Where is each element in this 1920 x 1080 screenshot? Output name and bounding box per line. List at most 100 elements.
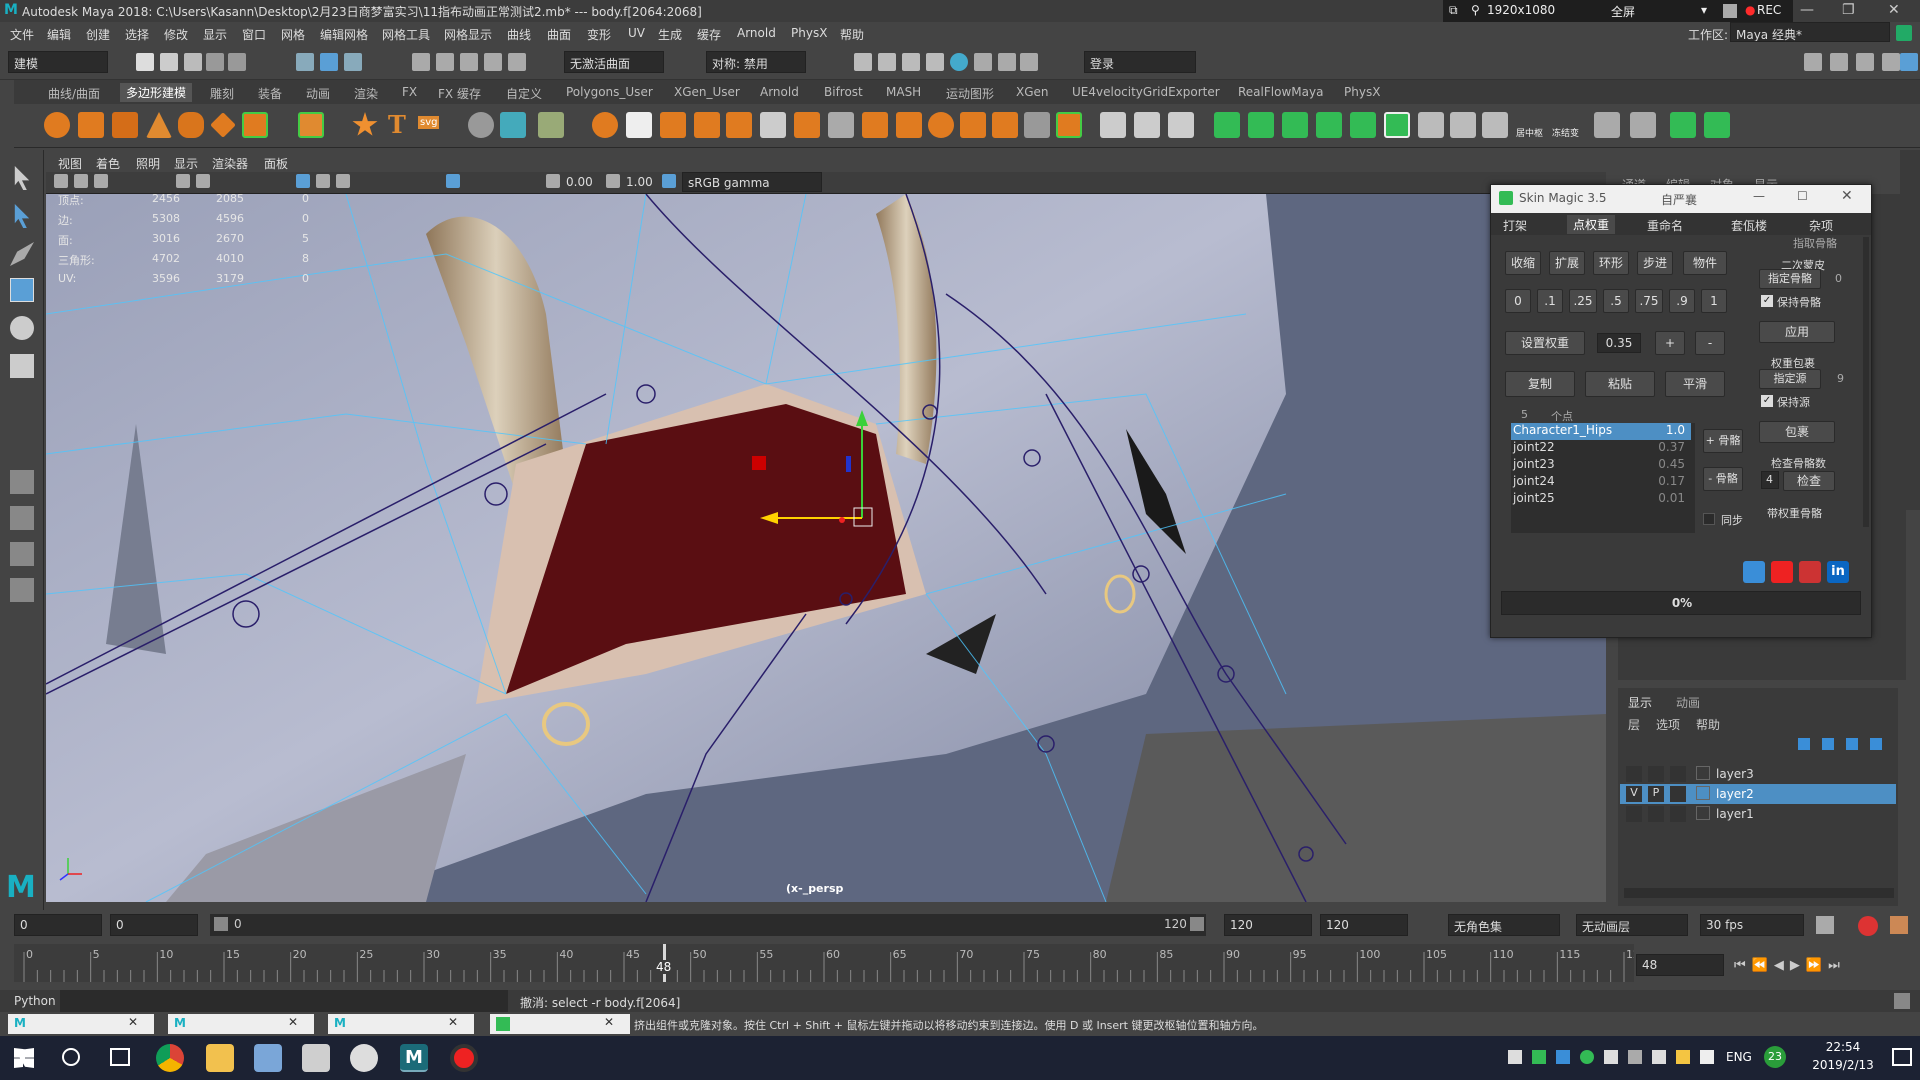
- script-lang-label[interactable]: Python: [14, 994, 56, 1008]
- mirror-icon[interactable]: [1100, 112, 1126, 138]
- select-object-icon[interactable]: [320, 53, 338, 71]
- layer-tab-display[interactable]: 显示: [1628, 694, 1652, 711]
- mode-select[interactable]: 建模: [8, 51, 108, 73]
- app-icon[interactable]: [254, 1044, 282, 1072]
- smooth-icon[interactable]: [538, 112, 564, 138]
- bookmark-icon[interactable]: [94, 174, 108, 188]
- new-layer-selected-icon[interactable]: [1870, 738, 1882, 750]
- bridge-icon[interactable]: [660, 112, 686, 138]
- poly-cube-icon[interactable]: [78, 112, 104, 138]
- scene-end-field[interactable]: 120: [1320, 914, 1408, 936]
- menu-item[interactable]: 网格显示: [444, 26, 492, 43]
- extrude-icon[interactable]: [626, 112, 652, 138]
- sm-tab[interactable]: 打架: [1503, 217, 1527, 234]
- check-button[interactable]: 检查: [1783, 471, 1835, 491]
- script-icon[interactable]: [1594, 112, 1620, 138]
- layer-playback-toggle[interactable]: [1648, 806, 1664, 822]
- tray-icon[interactable]: [1700, 1050, 1714, 1064]
- anim-layer-select[interactable]: 无动画层: [1576, 914, 1688, 936]
- layer-visibility-toggle[interactable]: V: [1626, 786, 1642, 802]
- menu-item[interactable]: 变形: [587, 26, 611, 43]
- shelf-tab[interactable]: PhysX: [1344, 85, 1380, 99]
- textured-icon[interactable]: [336, 174, 350, 188]
- apply-button[interactable]: 应用: [1759, 321, 1835, 343]
- paint-weights-icon[interactable]: [1282, 112, 1308, 138]
- film-gate-icon[interactable]: [196, 174, 210, 188]
- pause-viewport-icon[interactable]: [1020, 53, 1038, 71]
- select-hierarchy-icon[interactable]: [296, 53, 314, 71]
- grid-icon[interactable]: [176, 174, 190, 188]
- menu-item[interactable]: 选择: [125, 26, 149, 43]
- volume-icon[interactable]: [1508, 1050, 1522, 1064]
- poly-cone-icon[interactable]: [146, 112, 172, 138]
- outliner-icon[interactable]: [10, 578, 34, 602]
- sm-tab-active[interactable]: 点权重: [1567, 215, 1616, 234]
- menu-item[interactable]: 显示: [203, 26, 227, 43]
- menu-item[interactable]: 帮助: [840, 26, 864, 43]
- render-setup-icon[interactable]: [974, 53, 992, 71]
- menu-item[interactable]: 网格: [281, 26, 305, 43]
- cursor-icon[interactable]: [1723, 4, 1737, 18]
- maximize-icon[interactable]: ☐: [1797, 189, 1808, 203]
- weight-preset-button[interactable]: .25: [1569, 289, 1597, 313]
- render-frame-icon[interactable]: [878, 53, 896, 71]
- check-count-input[interactable]: 4: [1761, 471, 1779, 489]
- gamma-icon[interactable]: [606, 174, 620, 188]
- undo-icon[interactable]: [206, 53, 224, 71]
- character-set-select[interactable]: 无角色集: [1448, 914, 1560, 936]
- chrome-icon[interactable]: [156, 1044, 184, 1072]
- weight-value-input[interactable]: 0.35: [1597, 333, 1641, 353]
- color-management-icon[interactable]: [662, 174, 676, 188]
- bevel-icon[interactable]: [592, 112, 618, 138]
- colorspace-select[interactable]: sRGB gamma: [682, 172, 822, 192]
- maya-taskbar-icon[interactable]: M: [400, 1044, 428, 1072]
- offset-loop-icon[interactable]: [862, 112, 888, 138]
- tray-icon[interactable]: [1532, 1050, 1546, 1064]
- menu-item[interactable]: 缓存: [697, 26, 721, 43]
- login-select[interactable]: 登录: [1084, 51, 1196, 73]
- joint-list[interactable]: Character1_Hips 1.0 joint22 0.37 joint23 0.…: [1511, 423, 1695, 533]
- windows-start-icon[interactable]: [14, 1048, 34, 1068]
- layer-display-type[interactable]: [1670, 786, 1686, 802]
- orient-joint-icon[interactable]: [1482, 112, 1508, 138]
- tray-icon[interactable]: [1604, 1050, 1618, 1064]
- close-icon[interactable]: ✕: [128, 1015, 138, 1029]
- poke-icon[interactable]: [992, 112, 1018, 138]
- shelf-tab[interactable]: 运动图形: [946, 85, 994, 102]
- ring-button[interactable]: 环形: [1593, 251, 1629, 275]
- layer-row[interactable]: layer1: [1620, 804, 1896, 824]
- modeling-toolkit-icon[interactable]: [1804, 53, 1822, 71]
- playback-start-field[interactable]: 0: [110, 914, 198, 936]
- poly-sphere-icon[interactable]: [44, 112, 70, 138]
- paste-button[interactable]: 粘贴: [1585, 371, 1655, 397]
- youtube-icon[interactable]: [1771, 561, 1793, 583]
- joint-row[interactable]: joint22 0.37: [1511, 440, 1691, 457]
- close-icon[interactable]: ✕: [1888, 2, 1900, 18]
- layer-visibility-toggle[interactable]: [1626, 806, 1642, 822]
- step-button[interactable]: 步进: [1637, 251, 1673, 275]
- poly-plane-icon[interactable]: [210, 112, 236, 138]
- shelf-tab[interactable]: Polygons_User: [566, 85, 653, 99]
- shelf-tab[interactable]: UE4velocityGridExporter: [1072, 85, 1220, 99]
- skin-unbind-icon[interactable]: [1248, 112, 1274, 138]
- combine-icon[interactable]: [468, 112, 494, 138]
- menu-item[interactable]: UV: [628, 26, 645, 40]
- menu-item[interactable]: 创建: [86, 26, 110, 43]
- new-scene-icon[interactable]: [136, 53, 154, 71]
- slide-edge-icon[interactable]: [896, 112, 922, 138]
- snap-point-icon[interactable]: [460, 53, 478, 71]
- minimized-window[interactable]: M ✕: [328, 1014, 474, 1034]
- layer-row-selected[interactable]: V P layer2: [1620, 784, 1896, 804]
- keep-source-checkbox[interactable]: ✓: [1761, 395, 1773, 407]
- weight-preset-button[interactable]: .5: [1603, 289, 1629, 313]
- chamfer-icon[interactable]: [960, 112, 986, 138]
- snap-grid-icon[interactable]: [412, 53, 430, 71]
- layer-playback-toggle[interactable]: [1648, 766, 1664, 782]
- minimize-icon[interactable]: —: [1800, 2, 1814, 18]
- shelf-tab[interactable]: XGen: [1016, 85, 1049, 99]
- command-input[interactable]: [60, 990, 508, 1012]
- vp-menu-item[interactable]: 面板: [264, 155, 288, 172]
- layer-display-type[interactable]: [1670, 806, 1686, 822]
- minimize-icon[interactable]: —: [1753, 189, 1765, 203]
- svg-icon[interactable]: svg: [418, 116, 440, 129]
